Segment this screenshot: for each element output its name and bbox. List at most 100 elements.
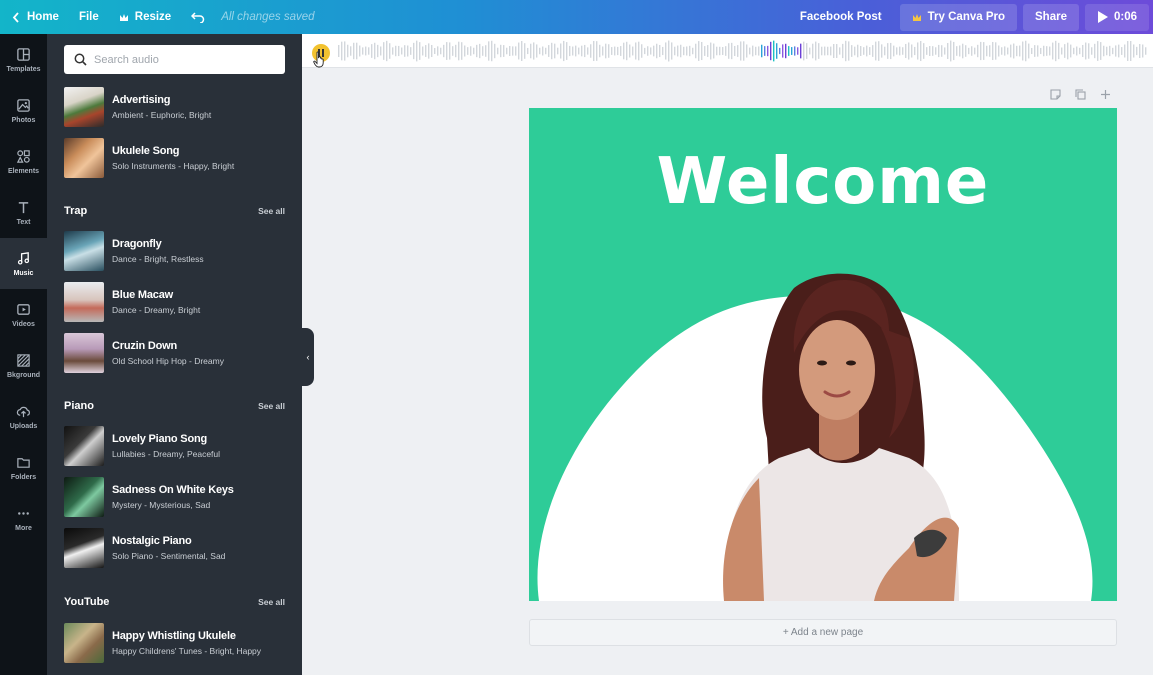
waveform-bar: [758, 46, 760, 56]
waveform-bar: [629, 44, 631, 58]
waveform-bar: [635, 42, 637, 60]
waveform-bar: [986, 45, 988, 57]
waveform-bar: [689, 45, 691, 57]
waveform-bar: [932, 46, 934, 56]
waveform-bar: [1073, 47, 1075, 55]
waveform-bar: [875, 41, 877, 61]
waveform-bar: [566, 42, 568, 60]
track-item[interactable]: Sadness On White Keys Mystery - Mysterio…: [64, 477, 294, 517]
resize-button[interactable]: Resize: [109, 0, 181, 34]
rail-item-uploads[interactable]: Uploads: [0, 391, 47, 442]
waveform-bar: [902, 47, 904, 55]
rail-item-templates[interactable]: Templates: [0, 34, 47, 85]
waveform-bar: [770, 41, 772, 61]
audio-waveform[interactable]: [338, 38, 1150, 64]
search-input[interactable]: [94, 53, 274, 66]
waveform-bar: [1085, 42, 1087, 60]
see-all-link[interactable]: See all: [258, 597, 285, 607]
search-box[interactable]: [64, 45, 285, 74]
play-button[interactable]: 0:06: [1084, 3, 1149, 31]
note-icon[interactable]: [1049, 88, 1062, 101]
try-canva-pro-button[interactable]: Try Canva Pro: [899, 3, 1017, 31]
waveform-bar: [848, 41, 850, 61]
track-item[interactable]: Happy Whistling Ukulele Happy Childrens'…: [64, 621, 294, 665]
rail-item-elements[interactable]: Elements: [0, 136, 47, 187]
waveform-bar: [866, 45, 868, 57]
audio-timeline[interactable]: [302, 34, 1153, 68]
share-button[interactable]: Share: [1023, 3, 1079, 31]
waveform-bar: [677, 45, 679, 57]
waveform-bar: [944, 47, 946, 55]
waveform-bar: [857, 44, 859, 58]
track-item[interactable]: Cruzin Down Old School Hip Hop - Dreamy: [64, 333, 294, 373]
track-item[interactable]: Blue Macaw Dance - Dreamy, Bright: [64, 282, 294, 322]
track-subtitle: Old School Hip Hop - Dreamy: [112, 355, 224, 366]
rail-item-folders[interactable]: Folders: [0, 442, 47, 493]
play-time: 0:06: [1113, 11, 1137, 23]
add-new-page-button[interactable]: + Add a new page: [529, 619, 1117, 646]
canvas-headline[interactable]: Welcome: [529, 145, 1117, 219]
collapse-panel-button[interactable]: ‹: [302, 328, 314, 386]
track-thumbnail: [64, 623, 104, 663]
rail-item-videos[interactable]: Videos: [0, 289, 47, 340]
track-item[interactable]: Advertising Ambient - Euphoric, Bright: [64, 87, 294, 127]
text-icon: [18, 201, 29, 213]
waveform-bar: [377, 44, 379, 58]
waveform-bar: [1046, 46, 1048, 56]
waveform-bar: [740, 41, 742, 61]
waveform-bar: [755, 46, 757, 56]
home-button[interactable]: Home: [0, 0, 69, 34]
waveform-bar: [923, 43, 925, 59]
waveform-bar: [830, 46, 832, 56]
track-subtitle: Solo Instruments - Happy, Bright: [112, 160, 235, 171]
track-item[interactable]: Dragonfly Dance - Bright, Restless: [64, 231, 294, 271]
try-pro-label: Try Canva Pro: [927, 11, 1005, 23]
design-type-button[interactable]: Facebook Post: [788, 4, 894, 31]
duplicate-icon[interactable]: [1074, 88, 1087, 101]
waveform-bar: [761, 44, 763, 58]
see-all-link[interactable]: See all: [258, 401, 285, 411]
waveform-bar: [560, 43, 562, 59]
rail-label: Uploads: [9, 422, 38, 430]
waveform-bar: [809, 47, 811, 55]
rail-item-photos[interactable]: Photos: [0, 85, 47, 136]
waveform-bar: [593, 40, 595, 62]
waveform-bar: [800, 43, 802, 59]
waveform-bar: [581, 45, 583, 57]
track-item[interactable]: Nostalgic Piano Solo Piano - Sentimental…: [64, 528, 294, 568]
waveform-bar: [1124, 44, 1126, 58]
waveform-bar: [920, 40, 922, 62]
waveform-bar: [893, 45, 895, 57]
waveform-bar: [668, 40, 670, 62]
waveform-bar: [359, 45, 361, 57]
track-item[interactable]: Ukulele Song Solo Instruments - Happy, B…: [64, 138, 294, 178]
videos-icon: [17, 303, 30, 315]
waveform-bar: [518, 42, 520, 60]
rail-item-more[interactable]: More: [0, 493, 47, 544]
share-label: Share: [1035, 11, 1067, 23]
design-canvas[interactable]: Welcome: [529, 108, 1117, 601]
rail-item-text[interactable]: Text: [0, 187, 47, 238]
waveform-bar: [869, 47, 871, 55]
track-thumbnail: [64, 87, 104, 127]
waveform-bar: [959, 45, 961, 57]
plus-icon[interactable]: [1099, 88, 1112, 101]
see-all-link[interactable]: See all: [258, 206, 285, 216]
waveform-bar: [827, 46, 829, 56]
waveform-bar: [722, 47, 724, 55]
file-label: File: [78, 11, 99, 23]
waveform-bar: [395, 45, 397, 57]
track-item[interactable]: Lovely Piano Song Lullabies - Dreamy, Pe…: [64, 426, 294, 466]
file-menu[interactable]: File: [69, 0, 109, 34]
waveform-bar: [686, 46, 688, 56]
track-thumbnail: [64, 333, 104, 373]
rail-item-background[interactable]: Bkground: [0, 340, 47, 391]
waveform-bar: [353, 42, 355, 60]
waveform-bar: [1070, 44, 1072, 58]
waveform-bar: [365, 46, 367, 56]
waveform-bar: [1091, 47, 1093, 55]
undo-button[interactable]: [181, 0, 215, 34]
track-subtitle: Mystery - Mysterious, Sad: [112, 499, 211, 510]
rail-item-music[interactable]: Music: [0, 238, 47, 289]
top-bar-right: Facebook Post Try Canva Pro Share 0:06: [782, 0, 1153, 34]
